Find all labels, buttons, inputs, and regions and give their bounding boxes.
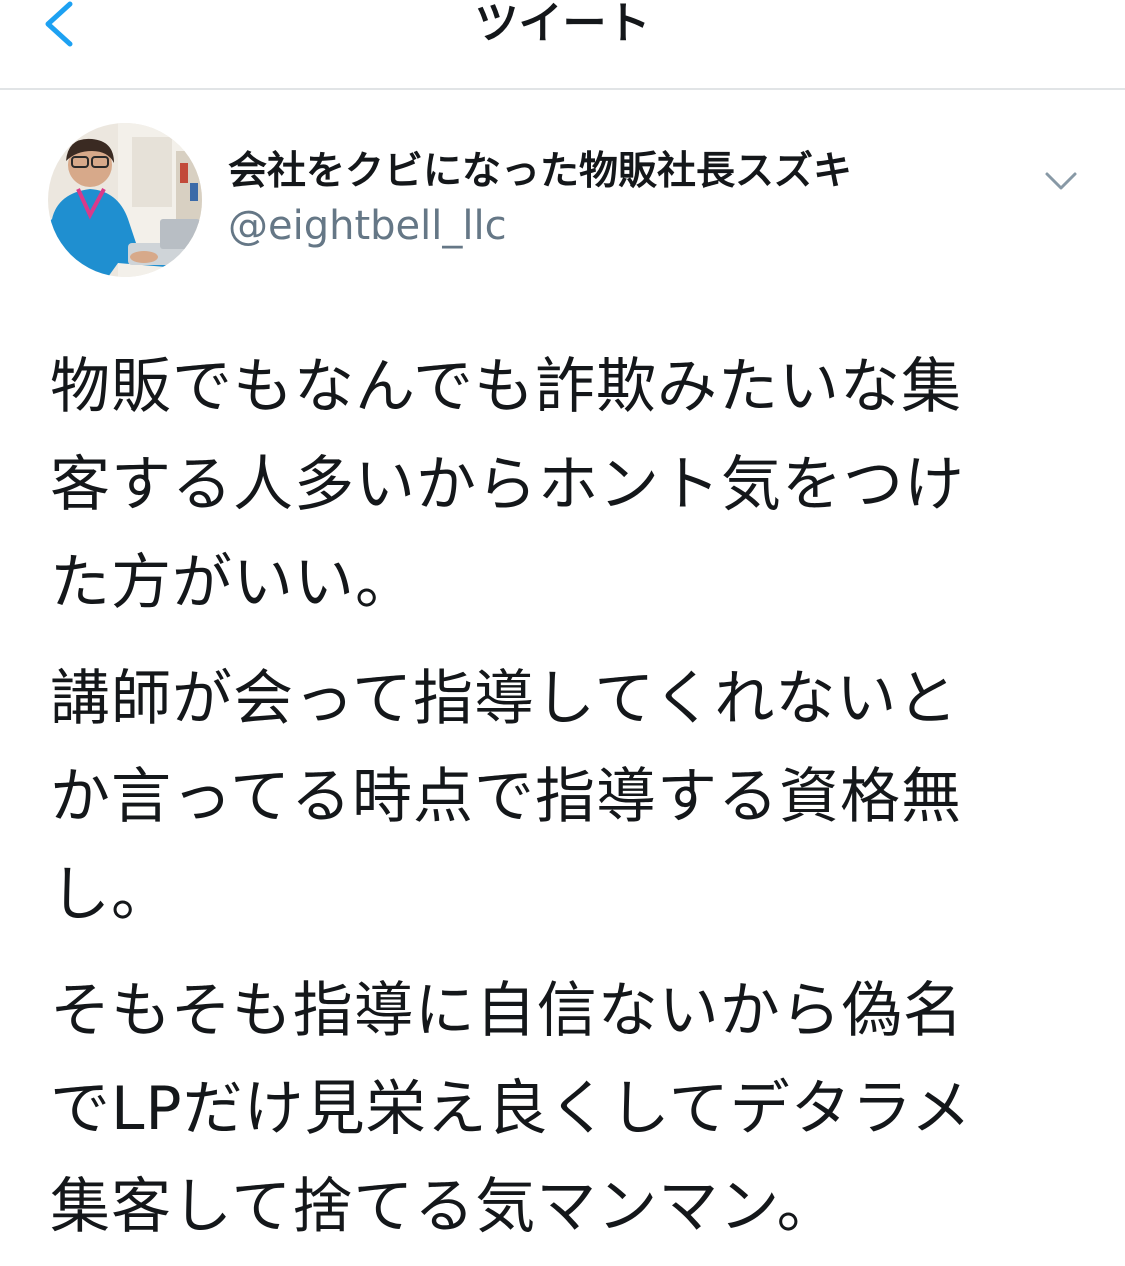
tweet-line: そもそも指導に自信ないから偽名 [50, 976, 964, 1046]
tweet-line: か言ってる時点で指導する資格無 [50, 762, 962, 832]
tweet-line: でLPだけ見栄え良くしてデタラメ [50, 1074, 973, 1144]
avatar-photo [48, 123, 202, 277]
author-display-name[interactable]: 会社をクビになった物販社長スズキ [228, 149, 852, 195]
tweet-text: 物販でもなんでも詐欺みたいな集 客する人多いからホント気をつけ た方がいい。 講… [50, 338, 1050, 1266]
page-title: ツイート [474, 0, 651, 49]
tweet-author: 会社をクビになった物販社長スズキ @eightbell_llc [48, 123, 1078, 279]
chevron-down-icon [1045, 172, 1077, 190]
avatar[interactable] [48, 123, 202, 277]
tweet-line: 客する人多いからホント気をつけ [50, 450, 965, 520]
tweet-paragraph: 講師が会って指導してくれないと か言ってる時点で指導する資格無 し。 [50, 650, 1050, 944]
tweet-line: た方がいい。 [50, 548, 416, 618]
tweet-line: 講師が会って指導してくれないと [50, 664, 959, 734]
navigation-bar: ツイート [0, 0, 1125, 90]
tweet-line: 物販でもなんでも詐欺みたいな集 [50, 352, 962, 422]
author-handle[interactable]: @eightbell_llc [228, 203, 507, 249]
tweet-line: し。 [50, 860, 172, 930]
tweet-line: 集客して捨てる気マンマン。 [50, 1172, 838, 1242]
tweet-paragraph: そもそも指導に自信ないから偽名 でLPだけ見栄え良くしてデタラメ 集客して捨てる… [50, 962, 1050, 1256]
tweet-menu-button[interactable] [1041, 161, 1081, 201]
tweet-paragraph: 物販でもなんでも詐欺みたいな集 客する人多いからホント気をつけ た方がいい。 [50, 338, 1050, 632]
